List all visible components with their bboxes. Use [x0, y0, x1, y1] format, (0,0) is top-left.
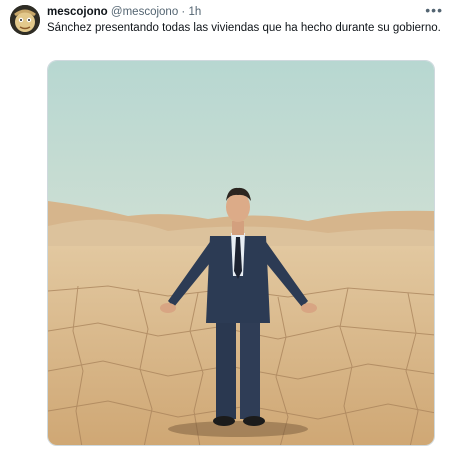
- more-options-icon[interactable]: •••: [425, 2, 443, 18]
- photo-man-in-desert-image: [48, 61, 434, 445]
- tweet-media[interactable]: [47, 60, 435, 446]
- separator-dot: ·: [181, 6, 186, 18]
- avatar[interactable]: [10, 5, 40, 35]
- display-name[interactable]: mescojono: [47, 6, 108, 18]
- timestamp[interactable]: 1h: [188, 6, 201, 18]
- tweet-header: mescojono @mescojono · 1h: [47, 5, 201, 19]
- avatar-cartoon-icon: [10, 5, 40, 35]
- user-handle[interactable]: @mescojono: [111, 6, 178, 18]
- tweet-text: Sánchez presentando todas las viviendas …: [47, 22, 441, 34]
- tweet[interactable]: mescojono @mescojono · 1h ••• Sánchez pr…: [0, 0, 457, 449]
